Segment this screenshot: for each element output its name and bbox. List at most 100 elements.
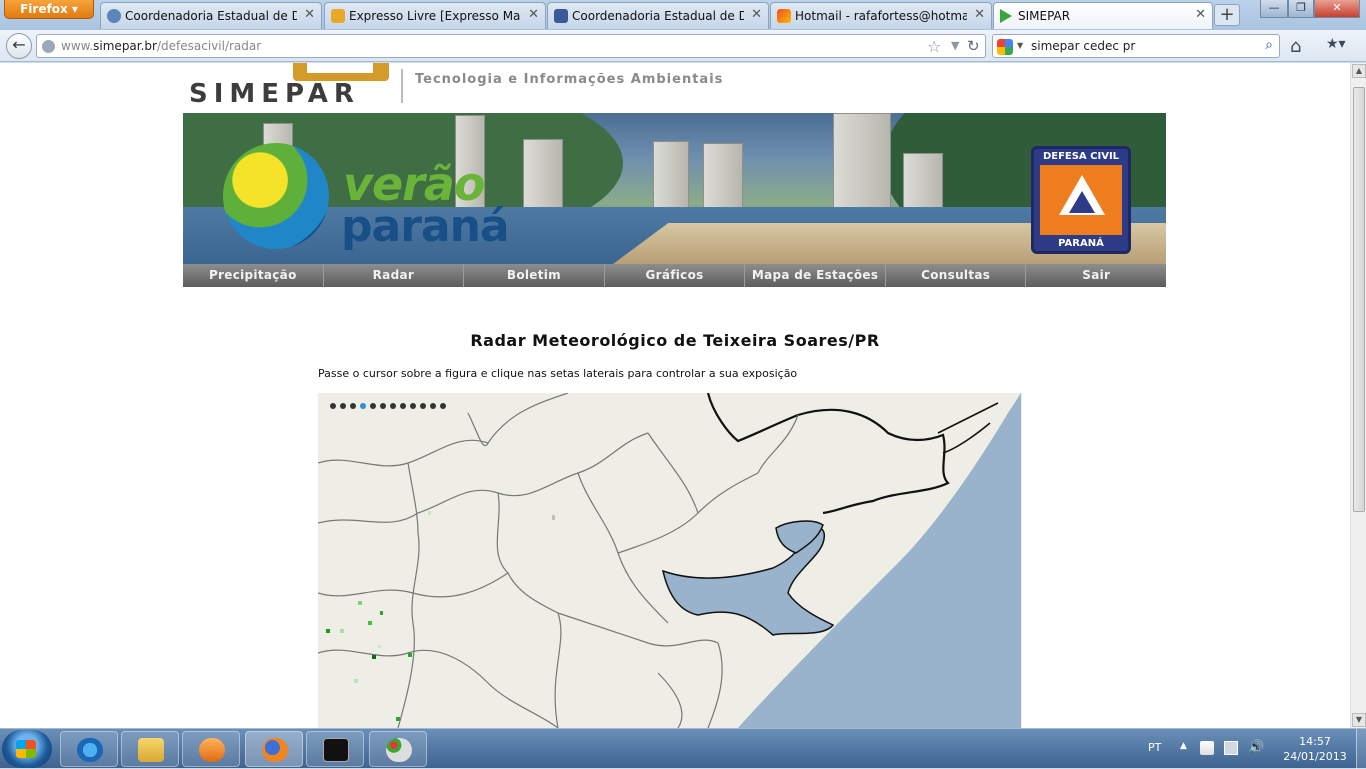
- banner-title-line2: paraná: [341, 201, 510, 252]
- close-tab-icon[interactable]: ✕: [304, 7, 315, 22]
- close-tab-icon[interactable]: ✕: [528, 7, 539, 22]
- folder-icon: [138, 738, 164, 762]
- main-menu: Precipitação Radar Boletim Gráficos Mapa…: [183, 264, 1166, 287]
- close-tab-icon[interactable]: ✕: [974, 7, 985, 22]
- facebook-icon: [554, 9, 568, 23]
- page-content: SIMEPAR Tecnologia e Informações Ambient…: [0, 63, 1350, 728]
- menu-item-graficos[interactable]: Gráficos: [605, 264, 746, 287]
- vertical-scrollbar[interactable]: ▲ ▼: [1350, 63, 1366, 728]
- close-tab-icon[interactable]: ✕: [751, 7, 762, 22]
- frame-dot[interactable]: [390, 403, 396, 409]
- menu-item-sair[interactable]: Sair: [1026, 264, 1166, 287]
- frame-dot[interactable]: [330, 403, 336, 409]
- home-icon[interactable]: ⌂: [1290, 36, 1301, 57]
- close-tab-icon[interactable]: ✕: [1195, 7, 1206, 22]
- action-center-icon[interactable]: [1200, 741, 1214, 755]
- header: SIMEPAR Tecnologia e Informações Ambient…: [183, 63, 1166, 113]
- play-icon: [1000, 9, 1012, 23]
- frame-indicator: [330, 403, 446, 409]
- scroll-thumb[interactable]: [1353, 87, 1365, 512]
- engine-dropdown-icon[interactable]: ▼: [1017, 41, 1023, 50]
- globe-icon: [107, 9, 121, 23]
- tab-coordenadoria-facebook[interactable]: Coordenadoria Estadual de Defe... ✕: [547, 2, 769, 29]
- radar-map: [318, 393, 1021, 728]
- frame-dot[interactable]: [430, 403, 436, 409]
- url-text: www.simepar.br/defesacivil/radar: [61, 39, 262, 53]
- tab-simepar[interactable]: SIMEPAR ✕: [993, 2, 1213, 29]
- minimize-button[interactable]: —: [1260, 0, 1288, 18]
- internet-explorer-icon: [77, 738, 103, 762]
- clock-time: 14:57: [1299, 735, 1331, 748]
- frame-dot[interactable]: [440, 403, 446, 409]
- page-title: Radar Meteorológico de Teixeira Soares/P…: [470, 331, 880, 350]
- menu-item-radar[interactable]: Radar: [324, 264, 465, 287]
- network-icon[interactable]: [1224, 741, 1238, 755]
- state-border: [706, 393, 950, 515]
- frame-dot[interactable]: [370, 403, 376, 409]
- media-player-icon: [199, 738, 225, 762]
- tab-label: Coordenadoria Estadual de Defe...: [125, 9, 297, 23]
- tab-expresso[interactable]: Expresso Livre [Expresso Mail] ✕: [324, 2, 546, 29]
- search-bar[interactable]: ▼ simepar cedec pr ⌕: [992, 34, 1280, 58]
- bookmarks-menu-icon[interactable]: ★▾: [1326, 36, 1346, 52]
- radar-image[interactable]: [318, 393, 1022, 728]
- verao-parana-logo-icon: [223, 143, 329, 249]
- google-search-engine-icon[interactable]: [997, 39, 1013, 55]
- defesa-civil-emblem-icon: [1040, 165, 1122, 235]
- language-indicator[interactable]: PT: [1148, 741, 1161, 754]
- firefox-menu-button[interactable]: Firefox ▾: [4, 0, 94, 19]
- restore-button[interactable]: ❐: [1288, 0, 1314, 18]
- tab-strip: Firefox ▾ Coordenadoria Estadual de Defe…: [0, 0, 1366, 30]
- municipality-borders: [318, 393, 799, 728]
- frame-dot[interactable]: [410, 403, 416, 409]
- badge-bottom-text: PARANÁ: [1058, 238, 1104, 249]
- hotmail-icon: [777, 9, 791, 23]
- menu-item-precipitacao[interactable]: Precipitação: [183, 264, 324, 287]
- frame-dot[interactable]: [380, 403, 386, 409]
- reload-icon[interactable]: ↻: [967, 37, 980, 55]
- tab-label: SIMEPAR: [1018, 9, 1071, 23]
- show-hidden-icons-icon[interactable]: ▲: [1180, 741, 1187, 751]
- tab-label: Coordenadoria Estadual de Defe...: [572, 9, 744, 23]
- scroll-up-arrow-icon[interactable]: ▲: [1352, 64, 1366, 78]
- frame-dot[interactable]: [360, 403, 366, 409]
- taskbar-internet-explorer[interactable]: [60, 731, 118, 767]
- back-button[interactable]: ←: [6, 33, 32, 59]
- menu-item-consultas[interactable]: Consultas: [886, 264, 1027, 287]
- banner-building: [523, 139, 563, 215]
- address-bar[interactable]: www.simepar.br/defesacivil/radar ☆ ▼ ↻: [36, 34, 986, 58]
- show-desktop-button[interactable]: [1356, 729, 1366, 769]
- site-identity-icon[interactable]: [42, 40, 55, 53]
- taskbar-command-prompt[interactable]: [306, 731, 364, 767]
- clock-date: 24/01/2013: [1283, 750, 1347, 763]
- simepar-logo[interactable]: SIMEPAR: [189, 79, 360, 109]
- frame-dot[interactable]: [400, 403, 406, 409]
- command-prompt-icon: [323, 738, 349, 762]
- history-dropdown-icon[interactable]: ▼: [951, 39, 959, 52]
- menu-item-mapa-de-estacoes[interactable]: Mapa de Estações: [745, 264, 886, 287]
- firefox-icon: [262, 738, 288, 762]
- volume-icon[interactable]: 🔊: [1248, 741, 1264, 755]
- tab-coordenadoria-1[interactable]: Coordenadoria Estadual de Defe... ✕: [100, 2, 322, 29]
- frame-dot[interactable]: [420, 403, 426, 409]
- paint-icon: [386, 738, 412, 762]
- menu-item-boletim[interactable]: Boletim: [464, 264, 605, 287]
- windows-taskbar: PT ▲ 🔊 14:57 24/01/2013: [0, 728, 1366, 769]
- badge-top-text: DEFESA CIVIL: [1042, 151, 1120, 162]
- scroll-down-arrow-icon[interactable]: ▼: [1352, 713, 1366, 727]
- taskbar-firefox[interactable]: [245, 731, 303, 767]
- expresso-icon: [331, 9, 345, 23]
- taskbar-media-player[interactable]: [182, 731, 240, 767]
- clock[interactable]: 14:57 24/01/2013: [1280, 734, 1350, 764]
- new-tab-button[interactable]: +: [1214, 4, 1240, 26]
- navigation-toolbar: ← www.simepar.br/defesacivil/radar ☆ ▼ ↻…: [0, 30, 1366, 62]
- tab-hotmail[interactable]: Hotmail - rafafortess@hotmail.c... ✕: [770, 2, 992, 29]
- frame-dot[interactable]: [350, 403, 356, 409]
- search-icon[interactable]: ⌕: [1265, 37, 1273, 53]
- taskbar-windows-explorer[interactable]: [121, 731, 179, 767]
- start-button[interactable]: [2, 730, 52, 768]
- bookmark-star-icon[interactable]: ☆: [927, 37, 941, 56]
- close-window-button[interactable]: ✕: [1314, 0, 1360, 18]
- taskbar-paint[interactable]: [369, 731, 427, 767]
- frame-dot[interactable]: [340, 403, 346, 409]
